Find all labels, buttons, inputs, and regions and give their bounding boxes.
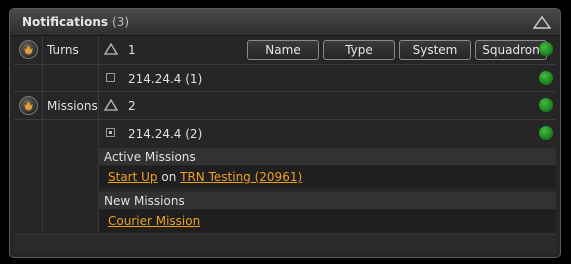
panel-title-text: Notifications <box>22 15 109 29</box>
group-count-turns: 1 <box>128 43 136 57</box>
group-row-turns[interactable]: Turns 1 Name Type System Squadron <box>14 36 556 65</box>
active-missions-header: Active Missions <box>99 148 556 165</box>
status-dot <box>539 42 553 56</box>
group-name-cell: Missions <box>43 92 99 119</box>
active-missions-label: Active Missions <box>104 150 196 164</box>
filter-name-button[interactable]: Name <box>247 40 319 60</box>
target-link-trn-testing[interactable]: TRN Testing (20961) <box>180 170 302 184</box>
collapse-icon[interactable] <box>532 15 552 29</box>
panel-footer <box>14 234 556 253</box>
item-host: 214.24.4 (1) <box>128 72 203 86</box>
status-dot <box>539 126 553 140</box>
mission-on-text: on <box>161 170 177 184</box>
notification-count: (3) <box>112 15 130 29</box>
active-missions-body: Start Up on TRN Testing (20961) <box>99 166 556 188</box>
filter-system-button[interactable]: System <box>399 40 471 60</box>
status-dot <box>539 71 553 85</box>
expand-triangle-icon[interactable] <box>104 99 118 111</box>
new-missions-body: Courier Mission <box>99 210 556 232</box>
group-row-missions[interactable]: Missions 2 <box>14 92 556 120</box>
new-missions-header: New Missions <box>99 192 556 209</box>
group-name-turns: Turns <box>47 43 79 57</box>
mission-link-courier[interactable]: Courier Mission <box>108 214 200 228</box>
group-icon-cell <box>14 36 43 64</box>
filter-type-button[interactable]: Type <box>323 40 395 60</box>
filter-squadron-button[interactable]: Squadron <box>475 40 547 60</box>
active-mission-line: Start Up on TRN Testing (20961) <box>108 170 302 184</box>
group-icon-cell <box>14 92 43 119</box>
mission-link-start-up[interactable]: Start Up <box>108 170 158 184</box>
item-host: 214.24.4 (2) <box>128 127 203 141</box>
empty-cell <box>43 65 99 91</box>
new-missions-label: New Missions <box>104 194 185 208</box>
empty-cell <box>14 65 43 91</box>
expand-triangle-icon[interactable] <box>104 43 118 55</box>
indent-column <box>14 146 43 236</box>
empty-cell <box>14 120 43 146</box>
notifications-panel: Notifications (3) Turns 1 Name Type Syste… <box>9 8 561 258</box>
panel-titlebar: Notifications (3) <box>10 9 560 36</box>
empty-cell <box>43 120 99 146</box>
group-name-cell: Turns <box>43 36 99 64</box>
checkbox-icon[interactable] <box>106 128 115 137</box>
new-mission-line: Courier Mission <box>108 214 200 228</box>
indent-column <box>43 146 99 236</box>
checkbox-icon[interactable] <box>106 73 115 82</box>
panel-title: Notifications (3) <box>22 15 129 29</box>
item-row-turns[interactable]: 214.24.4 (1) <box>14 65 556 92</box>
faction-emblem-icon <box>19 40 38 59</box>
status-dot <box>539 98 553 112</box>
group-count-missions: 2 <box>128 99 136 113</box>
faction-emblem-icon <box>19 96 38 115</box>
item-row-missions[interactable]: 214.24.4 (2) <box>14 120 556 146</box>
group-name-missions: Missions <box>47 99 98 113</box>
